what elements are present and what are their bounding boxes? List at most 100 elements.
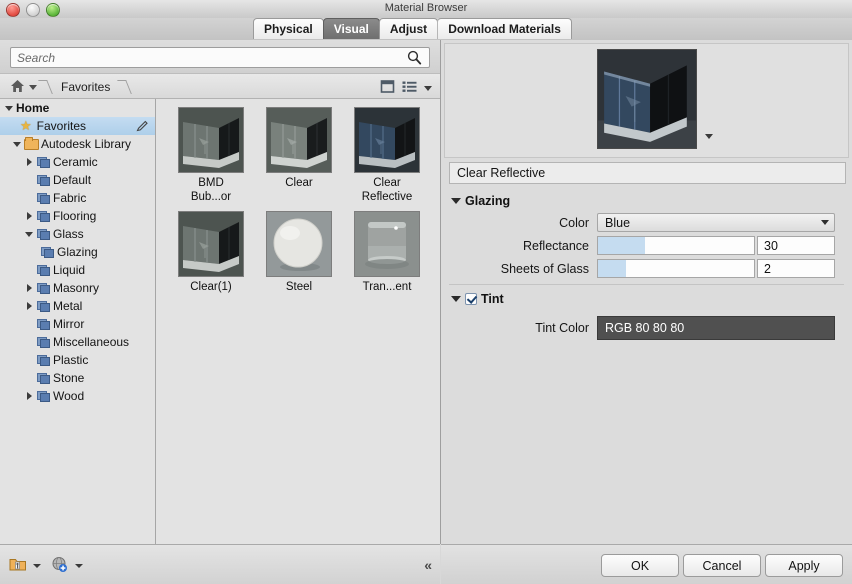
search-icon[interactable] bbox=[405, 48, 425, 67]
material-thumbnail[interactable] bbox=[354, 107, 420, 173]
pencil-icon[interactable] bbox=[136, 120, 149, 135]
twisty-closed-icon[interactable] bbox=[24, 210, 36, 222]
new-library-caret-icon[interactable] bbox=[33, 563, 41, 568]
tint-color-swatch[interactable]: RGB 80 80 80 bbox=[597, 316, 835, 340]
tab-list: Physical Visual Adjust Download Material… bbox=[253, 18, 572, 40]
material-name-field[interactable]: Clear Reflective bbox=[449, 162, 846, 184]
material-label: Clear bbox=[285, 177, 313, 189]
blue-folder-icon bbox=[40, 246, 54, 258]
tree-item-label: Glazing bbox=[57, 245, 98, 259]
tree-item-home[interactable]: Home bbox=[0, 99, 155, 117]
material-cell[interactable]: BMD Bub...or bbox=[167, 107, 255, 203]
tree-item-label: Favorites bbox=[36, 119, 87, 133]
tab-download-materials[interactable]: Download Materials bbox=[437, 18, 572, 39]
apply-button[interactable]: Apply bbox=[765, 554, 843, 577]
twisty-none bbox=[24, 354, 36, 366]
material-preview bbox=[444, 43, 849, 158]
tree-item-favorites[interactable]: ★ Favorites bbox=[0, 117, 155, 135]
slider-fill bbox=[598, 260, 627, 277]
tree-item-autodesk-library[interactable]: Autodesk Library bbox=[0, 135, 155, 153]
panel-toggle-icon[interactable] bbox=[380, 79, 395, 97]
tree-item-fabric[interactable]: Fabric bbox=[0, 189, 155, 207]
blue-folder-icon bbox=[36, 336, 50, 348]
star-icon: ★ bbox=[20, 118, 32, 133]
material-thumbnail[interactable] bbox=[178, 211, 244, 277]
material-cell[interactable]: Clear bbox=[255, 107, 343, 203]
breadcrumb-view-controls bbox=[380, 79, 432, 97]
tree-item-miscellaneous[interactable]: Miscellaneous bbox=[0, 333, 155, 351]
new-material-globe-icon[interactable] bbox=[51, 556, 69, 575]
material-thumbnail[interactable] bbox=[266, 107, 332, 173]
tree-item-glass[interactable]: Glass bbox=[0, 225, 155, 243]
tab-adjust[interactable]: Adjust bbox=[378, 18, 439, 39]
breadcrumb-home-group[interactable]: Favorites bbox=[10, 78, 130, 96]
twisty-closed-icon[interactable] bbox=[24, 282, 36, 294]
material-thumbnail[interactable] bbox=[178, 107, 244, 173]
material-label: Tran...ent bbox=[362, 281, 412, 293]
new-material-caret-icon[interactable] bbox=[75, 563, 83, 568]
breadcrumb-separator-2 bbox=[120, 78, 130, 96]
twisty-closed-icon[interactable] bbox=[24, 156, 36, 168]
sheets-of-glass-slider[interactable] bbox=[597, 259, 755, 278]
search-input[interactable] bbox=[11, 48, 405, 67]
tree-item-plastic[interactable]: Plastic bbox=[0, 351, 155, 369]
tab-physical[interactable]: Physical bbox=[253, 18, 324, 39]
section-header-tint[interactable]: Tint bbox=[441, 288, 852, 310]
chevron-down-icon[interactable] bbox=[424, 85, 432, 91]
tree-item-mirror[interactable]: Mirror bbox=[0, 315, 155, 333]
section-header-glazing[interactable]: Glazing bbox=[441, 190, 852, 212]
tree-item-label: Default bbox=[53, 173, 92, 187]
cancel-button[interactable]: Cancel bbox=[683, 554, 761, 577]
property-label: Color bbox=[559, 215, 589, 230]
blue-folder-icon bbox=[36, 390, 50, 402]
tab-visual[interactable]: Visual bbox=[322, 18, 380, 39]
material-thumbnail[interactable] bbox=[354, 211, 420, 277]
material-label: Clear(1) bbox=[190, 281, 232, 293]
tree-item-liquid[interactable]: Liquid bbox=[0, 261, 155, 279]
tree-item-wood[interactable]: Wood bbox=[0, 387, 155, 405]
home-icon[interactable] bbox=[10, 79, 25, 96]
color-dropdown-value: Blue bbox=[605, 215, 631, 230]
section-expand-triangle-icon[interactable] bbox=[451, 296, 461, 302]
preview-options-caret-icon[interactable] bbox=[704, 134, 713, 139]
tree-item-glazing[interactable]: Glazing bbox=[0, 243, 155, 261]
breadcrumb-home-caret-icon[interactable] bbox=[29, 84, 37, 90]
tree-item-masonry[interactable]: Masonry bbox=[0, 279, 155, 297]
collapse-double-chevron-icon[interactable]: « bbox=[424, 557, 432, 573]
property-label: Sheets of Glass bbox=[500, 261, 589, 276]
library-tree[interactable]: Home ★ Favorites Autodesk Library Cerami… bbox=[0, 99, 156, 544]
chevron-down-icon[interactable] bbox=[821, 220, 829, 225]
tint-enable-checkbox[interactable] bbox=[465, 293, 477, 305]
slider-fill bbox=[598, 237, 645, 254]
material-thumbnail[interactable] bbox=[266, 211, 332, 277]
material-cell[interactable]: Clear(1) bbox=[167, 211, 255, 307]
section-expand-triangle-icon[interactable] bbox=[451, 198, 461, 204]
twisty-closed-icon[interactable] bbox=[24, 300, 36, 312]
material-cell[interactable]: Clear Reflective bbox=[343, 107, 431, 203]
tree-item-label: Fabric bbox=[53, 191, 87, 205]
tree-item-default[interactable]: Default bbox=[0, 171, 155, 189]
sheets-of-glass-value-field[interactable]: 2 bbox=[757, 259, 835, 278]
reflectance-slider[interactable] bbox=[597, 236, 755, 255]
color-dropdown[interactable]: Blue bbox=[597, 213, 835, 232]
tree-item-stone[interactable]: Stone bbox=[0, 369, 155, 387]
material-cell[interactable]: Steel bbox=[255, 211, 343, 307]
section-title: Glazing bbox=[465, 194, 511, 208]
search-box[interactable] bbox=[10, 47, 430, 68]
new-library-folder-icon[interactable] bbox=[9, 556, 27, 575]
breadcrumb-item-favorites[interactable]: Favorites bbox=[55, 80, 116, 94]
tree-item-ceramic[interactable]: Ceramic bbox=[0, 153, 155, 171]
material-cell[interactable]: Tran...ent bbox=[343, 211, 431, 307]
twisty-closed-icon[interactable] bbox=[24, 390, 36, 402]
ok-button[interactable]: OK bbox=[601, 554, 679, 577]
twisty-open-icon[interactable] bbox=[12, 138, 24, 150]
section-title: Tint bbox=[481, 292, 504, 306]
preview-thumbnail[interactable] bbox=[596, 49, 697, 149]
twisty-open-icon[interactable] bbox=[24, 228, 36, 240]
reflectance-value-field[interactable]: 30 bbox=[757, 236, 835, 255]
material-label: Clear Reflective bbox=[361, 177, 413, 203]
list-view-icon[interactable] bbox=[402, 79, 417, 97]
twisty-open-icon[interactable] bbox=[4, 102, 16, 114]
tree-item-flooring[interactable]: Flooring bbox=[0, 207, 155, 225]
tree-item-metal[interactable]: Metal bbox=[0, 297, 155, 315]
